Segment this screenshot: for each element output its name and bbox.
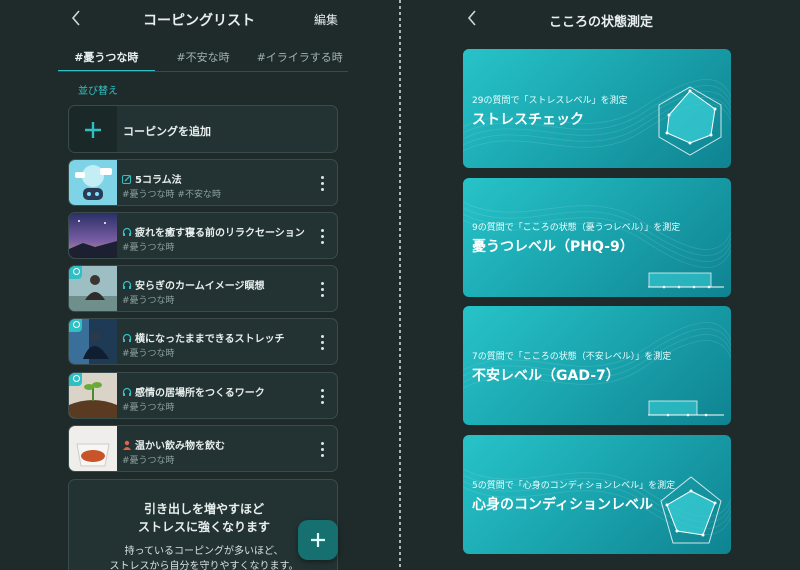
person-icon (123, 440, 131, 450)
more-options-button[interactable] (315, 171, 329, 195)
phq9-card[interactable]: 9の質問で「こころの状態（憂うつレベル）」を測定 憂うつレベル（PHQ-9） (463, 178, 731, 297)
headphones-icon (122, 333, 132, 342)
coping-item[interactable]: 感情の居場所をつくるワーク #憂うつな時 (68, 372, 338, 419)
item-tags: #憂うつな時 #不安な時 (122, 190, 221, 200)
card-title: ストレスチェック (472, 112, 584, 128)
audio-badge-icon (69, 319, 82, 332)
item-tags: #憂うつな時 (122, 243, 175, 253)
add-coping-label: コーピングを追加 (123, 125, 211, 138)
bar-chart-icon (648, 272, 724, 289)
stress-check-card[interactable]: 29の質問で「ストレスレベル」を測定 ストレスチェック (463, 49, 731, 168)
coping-item[interactable]: 安らぎのカームイメージ瞑想 #憂うつな時 (68, 265, 338, 312)
edit-button[interactable]: 編集 (314, 11, 338, 28)
gad7-card[interactable]: 7の質問で「こころの状態（不安レベル）」を測定 不安レベル（GAD-7） (463, 306, 731, 425)
item-title: 横になったままできるストレッチ (122, 330, 312, 345)
more-options-button[interactable] (315, 277, 329, 301)
page-title: こころの状態測定 (548, 15, 653, 30)
coping-list-screen: コーピングリスト 編集 #憂うつな時 #不安な時 #イライラする時 並び替え コ… (0, 0, 398, 570)
item-thumbnail (69, 319, 117, 364)
coping-item[interactable]: 疲れを癒す寝る前のリラクセーション #憂うつな時 (68, 212, 338, 259)
coping-item[interactable]: 横になったままできるストレッチ #憂うつな時 (68, 318, 338, 365)
more-options-button[interactable] (315, 384, 329, 408)
coping-item[interactable]: 温かい飲み物を飲む #憂うつな時 (68, 425, 338, 472)
item-title: 感情の居場所をつくるワーク (122, 384, 312, 399)
panel-divider (399, 0, 401, 570)
item-title: 5コラム法 (122, 171, 312, 186)
audio-badge-icon (69, 373, 82, 386)
item-thumbnail (69, 160, 117, 205)
item-thumbnail (69, 373, 117, 418)
card-subtitle: 5の質問で「心身のコンディションレベル」を測定 (472, 481, 676, 491)
headphones-icon (122, 280, 132, 289)
radar-chart-icon (658, 86, 722, 156)
promo-text-line2: ストレスから自分を守りやすくなります。 (109, 561, 299, 570)
card-subtitle: 7の質問で「こころの状態（不安レベル）」を測定 (472, 352, 672, 362)
radar-chart-icon (660, 476, 722, 544)
tab-anxious[interactable]: #不安な時 (155, 46, 252, 72)
mental-state-screen: こころの状態測定 29の質問で「ストレスレベル」を測定 ストレスチェック 9の質… (402, 0, 800, 570)
more-options-button[interactable] (315, 330, 329, 354)
sort-button[interactable]: 並び替え (78, 82, 118, 97)
headphones-icon (122, 227, 132, 236)
item-tags: #憂うつな時 (122, 349, 175, 359)
plus-icon (69, 106, 117, 152)
item-thumbnail (69, 266, 117, 311)
card-subtitle: 9の質問で「こころの状態（憂うつレベル）」を測定 (472, 223, 681, 233)
item-title: 疲れを癒す寝る前のリラクセーション (122, 224, 312, 239)
tab-divider (58, 71, 348, 72)
item-tags: #憂うつな時 (122, 456, 175, 466)
tab-bar: #憂うつな時 #不安な時 #イライラする時 (58, 46, 348, 72)
tab-depressed[interactable]: #憂うつな時 (58, 46, 155, 72)
coping-item[interactable]: 5コラム法 #憂うつな時 #不安な時 (68, 159, 338, 206)
add-coping-button[interactable]: コーピングを追加 (68, 105, 338, 153)
more-options-button[interactable] (315, 224, 329, 248)
card-title: 憂うつレベル（PHQ-9） (472, 239, 634, 255)
card-title: 心身のコンディションレベル (472, 497, 654, 513)
item-tags: #憂うつな時 (122, 403, 175, 413)
promo-title-line1: 引き出しを増やすほど (143, 502, 264, 516)
headphones-icon (122, 387, 132, 396)
bar-chart-icon (648, 400, 724, 417)
page-title: コーピングリスト (143, 13, 255, 29)
card-subtitle: 29の質問で「ストレスレベル」を測定 (472, 96, 628, 106)
tab-irritated[interactable]: #イライラする時 (251, 46, 348, 72)
item-tags: #憂うつな時 (122, 296, 175, 306)
audio-badge-icon (69, 266, 82, 279)
header: コーピングリスト 編集 (0, 0, 398, 38)
more-options-button[interactable] (315, 437, 329, 461)
item-title: 安らぎのカームイメージ瞑想 (122, 277, 312, 292)
plus-icon (311, 533, 325, 547)
floating-add-button[interactable] (298, 520, 338, 560)
condition-level-card[interactable]: 5の質問で「心身のコンディションレベル」を測定 心身のコンディションレベル (463, 435, 731, 554)
pencil-icon (122, 174, 131, 184)
card-title: 不安レベル（GAD-7） (472, 368, 620, 384)
item-thumbnail (69, 426, 117, 471)
item-title: 温かい飲み物を飲む (122, 437, 312, 452)
promo-card: 引き出しを増やすほど ストレスに強くなります 持っているコーピングが多いほど、 … (68, 479, 338, 570)
item-thumbnail (69, 213, 117, 258)
